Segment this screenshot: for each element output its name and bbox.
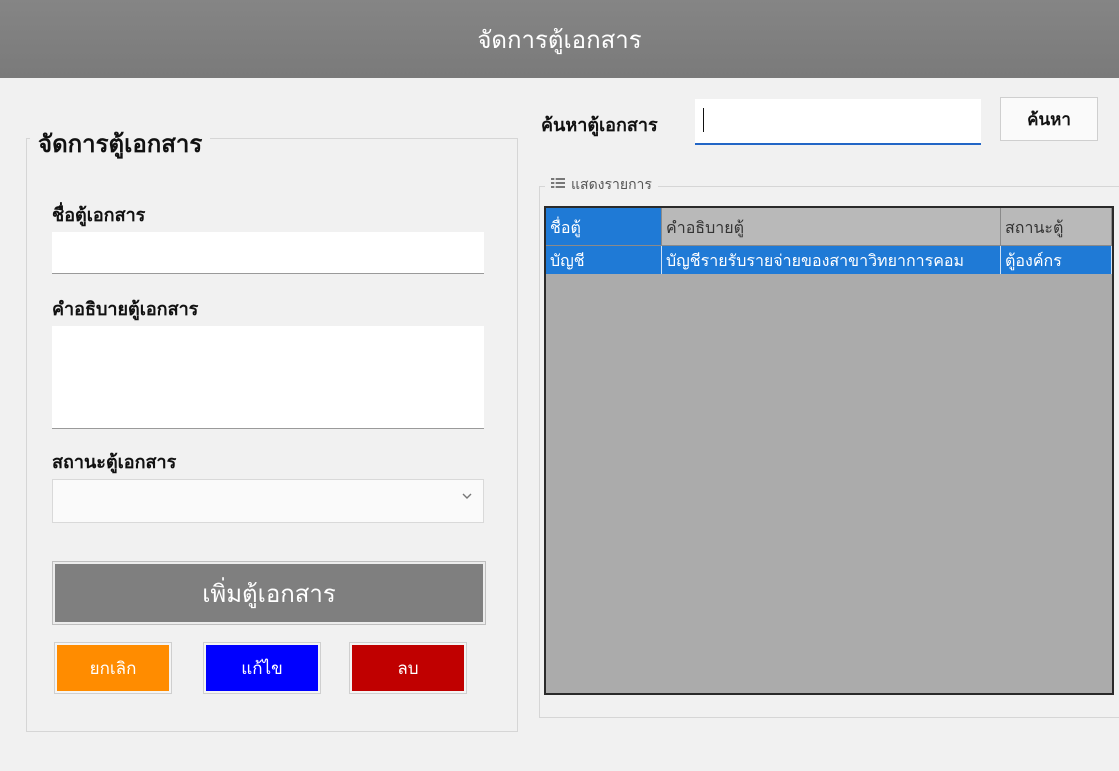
- column-header-status[interactable]: สถานะตู้: [1001, 208, 1112, 246]
- chevron-down-icon[interactable]: [461, 490, 473, 506]
- form-group-title: จัดการตู้เอกสาร: [30, 124, 211, 163]
- column-header-name[interactable]: ชื่อตู้: [546, 208, 662, 246]
- name-label: ชื่อตู้เอกสาร: [52, 205, 146, 226]
- delete-button[interactable]: ลบ: [350, 643, 466, 693]
- status-dropdown[interactable]: [52, 479, 484, 523]
- window-title: จัดการตู้เอกสาร: [477, 25, 642, 54]
- status-label: สถานะตู้เอกสาร: [52, 452, 177, 473]
- grid-header-row: ชื่อตู้ คำอธิบายตู้ สถานะตู้: [546, 208, 1112, 246]
- description-textarea[interactable]: [52, 326, 484, 429]
- search-button[interactable]: ค้นหา: [1000, 97, 1098, 141]
- table-row[interactable]: บัญชี บัญชีรายรับรายจ่ายของสาขาวิทยาการค…: [546, 246, 1112, 274]
- list-group-title: แสดงรายการ: [545, 174, 658, 196]
- description-label: คำอธิบายตู้เอกสาร: [52, 299, 199, 320]
- cell-name[interactable]: บัญชี: [546, 246, 662, 274]
- search-input[interactable]: [695, 99, 981, 145]
- cell-status[interactable]: ตู้องค์กร: [1001, 246, 1112, 274]
- window-titlebar: จัดการตู้เอกสาร: [0, 0, 1119, 78]
- list-group-label: แสดงรายการ: [571, 177, 652, 193]
- name-input[interactable]: [52, 232, 484, 274]
- add-cabinet-button[interactable]: เพิ่มตู้เอกสาร: [53, 562, 485, 624]
- text-caret: [703, 108, 704, 132]
- column-header-description[interactable]: คำอธิบายตู้: [662, 208, 1001, 246]
- cabinet-data-grid[interactable]: ชื่อตู้ คำอธิบายตู้ สถานะตู้ บัญชี บัญชี…: [544, 206, 1114, 695]
- cell-description[interactable]: บัญชีรายรับรายจ่ายของสาขาวิทยาการคอม: [662, 246, 1001, 274]
- search-label: ค้นหาตู้เอกสาร: [541, 115, 658, 136]
- edit-button[interactable]: แก้ไข: [204, 643, 320, 693]
- list-icon: [551, 177, 565, 193]
- cancel-button[interactable]: ยกเลิก: [55, 643, 171, 693]
